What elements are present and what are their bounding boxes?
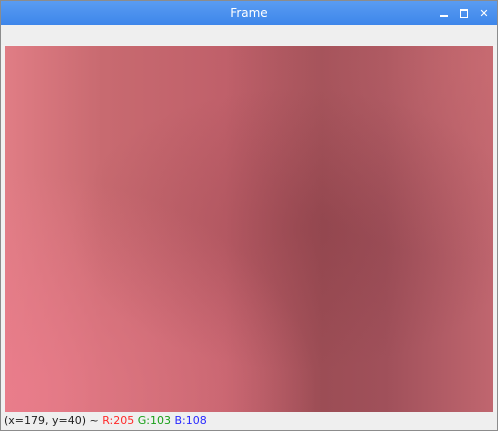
maximize-button[interactable]: [457, 6, 471, 20]
title-bar[interactable]: Frame ✕: [1, 1, 497, 25]
window-title: Frame: [230, 6, 268, 20]
blue-value: B:108: [174, 414, 207, 427]
window-controls: ✕: [437, 1, 491, 25]
close-button[interactable]: ✕: [477, 6, 491, 20]
status-bar: (x=179, y=40) ~ R:205 G:103 B:108: [1, 412, 497, 430]
cursor-coordinates: (x=179, y=40): [4, 414, 87, 427]
green-value: G:103: [137, 414, 171, 427]
close-icon: ✕: [479, 6, 489, 20]
image-canvas[interactable]: [5, 46, 493, 412]
minimize-button[interactable]: [437, 6, 451, 20]
status-separator: ~: [89, 414, 99, 427]
toolbar-area: [1, 25, 497, 45]
red-value: R:205: [102, 414, 135, 427]
image-layer-shadow: [5, 46, 493, 412]
frame-window: Frame ✕ (x=179, y=40) ~ R:205 G:103 B:10…: [0, 0, 498, 431]
minimize-icon: [440, 15, 448, 17]
maximize-icon: [460, 8, 468, 18]
